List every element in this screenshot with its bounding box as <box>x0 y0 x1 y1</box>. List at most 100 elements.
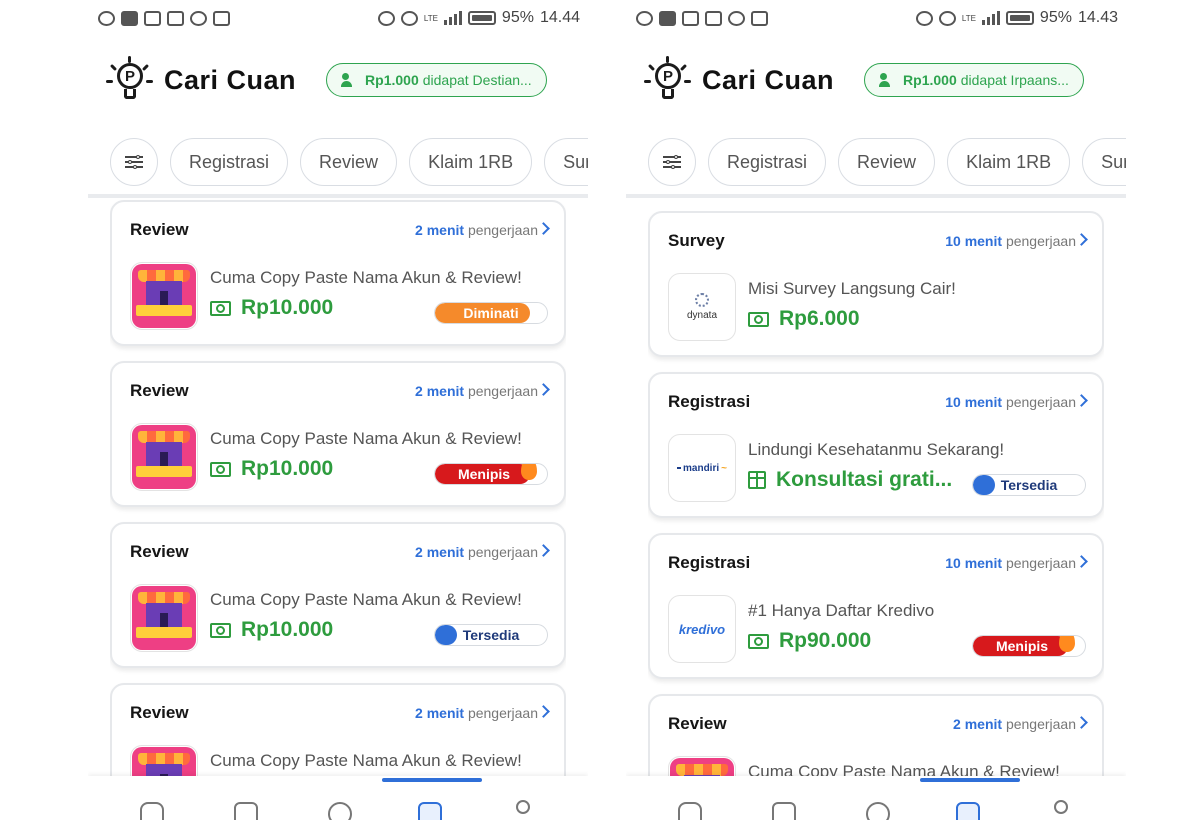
profile-icon[interactable] <box>516 800 530 814</box>
duration-suffix: pengerjaan <box>1005 394 1076 410</box>
task-card[interactable]: Review 2 menit pengerjaan Cuma Copy Paste … <box>648 694 1104 778</box>
money-icon <box>748 633 769 649</box>
mail-icon <box>144 10 161 26</box>
filter-chip-survey[interactable]: Survey <box>544 138 588 186</box>
money-icon <box>748 311 769 327</box>
chevron-right-icon[interactable] <box>537 383 550 396</box>
badge-label: Diminati <box>463 305 519 321</box>
filter-chip-review[interactable]: Review <box>300 138 398 186</box>
chevron-right-icon[interactable] <box>1075 716 1088 729</box>
task-category: Review <box>130 703 189 722</box>
lightbulb-logo-icon: P <box>644 56 691 104</box>
chat-icon[interactable] <box>866 802 890 820</box>
clock: 14.44 <box>539 9 580 26</box>
image-icon <box>167 10 184 26</box>
task-reward: Rp10.000 <box>210 457 444 481</box>
duration-minutes: 2 menit <box>415 383 465 399</box>
chevron-right-icon[interactable] <box>537 705 550 718</box>
task-category: Review <box>130 381 189 400</box>
filter-chip-registrasi[interactable]: Registrasi <box>170 138 289 186</box>
profile-icon[interactable] <box>1054 800 1068 814</box>
alarm-icon <box>938 10 956 26</box>
duration-minutes: 10 menit <box>945 555 1003 571</box>
bottom-navigation <box>626 776 1126 820</box>
task-category: Review <box>130 220 189 239</box>
mandiri-wordmark: mandiri <box>683 462 720 474</box>
filter-bar: RegistrasiReviewKlaim 1RBSurvey <box>648 138 1126 186</box>
filter-chip-review[interactable]: Review <box>838 138 936 186</box>
filter-chip-klaim-1rb[interactable]: Klaim 1RB <box>409 138 533 186</box>
availability-badge-tersedia: Tersedia <box>972 474 1086 496</box>
app-header: P Cari Cuan Rp1.000 didapat Irpaans... <box>644 52 1108 108</box>
task-thumbnail: mandiri ~ <box>668 434 736 502</box>
tasks-icon[interactable] <box>234 802 258 820</box>
tasks-icon[interactable] <box>772 802 796 820</box>
shop-door <box>160 452 168 466</box>
status-bar: LTE 95% 14.44 <box>98 6 580 30</box>
clock: 14.43 <box>1077 9 1118 26</box>
task-card[interactable]: Review 2 menit pengerjaan Cuma Copy Paste … <box>110 361 566 507</box>
badge-label: Tersedia <box>1000 477 1058 493</box>
dynata-wordmark: dynata <box>686 310 718 321</box>
logo-ray <box>109 63 118 72</box>
chat-icon[interactable] <box>328 802 352 820</box>
filter-button[interactable] <box>648 138 696 186</box>
shop-door <box>160 613 168 627</box>
status-right: LTE 95% 14.44 <box>377 9 580 27</box>
hotspot-icon <box>915 10 933 26</box>
task-card[interactable]: Review 2 menit pengerjaan Cuma Copy Paste … <box>110 522 566 668</box>
filter-chip-klaim-1rb[interactable]: Klaim 1RB <box>947 138 1071 186</box>
shop-app-icon <box>132 586 196 650</box>
chevron-right-icon[interactable] <box>1075 233 1088 246</box>
phone-screen-left: LTE 95% 14.44 P Cari Cuan Rp1.000 didapat Dest… <box>88 0 588 820</box>
chevron-right-icon[interactable] <box>1075 555 1088 568</box>
duration-suffix: pengerjaan <box>467 222 538 238</box>
shop-app-icon <box>670 758 734 778</box>
cuan-icon[interactable] <box>418 802 442 820</box>
badge-label: Menipis <box>457 466 511 482</box>
task-card[interactable]: Registrasi 10 menit pengerjaan mandiri ~ Lin… <box>648 372 1104 518</box>
availability-badge-menipis: Menipis <box>972 635 1086 657</box>
chevron-right-icon[interactable] <box>1075 394 1088 407</box>
chevron-right-icon[interactable] <box>537 544 550 557</box>
filter-button[interactable] <box>110 138 158 186</box>
duration-minutes: 2 menit <box>415 544 465 560</box>
task-reward: Rp10.000 <box>210 618 444 642</box>
task-thumbnail <box>130 584 198 652</box>
task-reward: Rp90.000 <box>748 629 982 653</box>
duration-minutes: 2 menit <box>415 222 465 238</box>
reward-value: Konsultasi grati... <box>776 468 953 491</box>
task-thumbnail: dynata <box>668 273 736 341</box>
task-category: Registrasi <box>668 392 751 411</box>
task-card[interactable]: Survey 10 menit pengerjaan dynata Misi Surv… <box>648 211 1104 357</box>
chevron-right-icon[interactable] <box>537 222 550 235</box>
task-title: Cuma Copy Paste Nama Akun & Review! <box>210 268 522 287</box>
recent-earning-pill[interactable]: Rp1.000 didapat Irpaans... <box>864 63 1084 97</box>
hotspot-icon <box>377 10 395 26</box>
earning-text: didapat Irpaans... <box>960 72 1069 88</box>
filter-chip-registrasi[interactable]: Registrasi <box>708 138 827 186</box>
task-duration: 10 menit pengerjaan <box>945 233 1076 249</box>
reward-value: Rp6.000 <box>779 307 860 330</box>
badge-label: Menipis <box>995 638 1049 654</box>
duration-suffix: pengerjaan <box>467 383 538 399</box>
active-tab-indicator <box>920 778 1020 782</box>
recent-earning-pill[interactable]: Rp1.000 didapat Destian... <box>326 63 547 97</box>
users-icon <box>341 73 359 87</box>
availability-badge-menipis: Menipis <box>434 463 548 485</box>
record-icon <box>728 10 745 26</box>
task-card[interactable]: Registrasi 10 menit pengerjaan kredivo #1 H… <box>648 533 1104 679</box>
task-duration: 10 menit pengerjaan <box>945 394 1076 410</box>
home-icon[interactable] <box>678 802 702 820</box>
task-title: Cuma Copy Paste Nama Akun & Review! <box>210 429 522 448</box>
gift-icon <box>748 471 766 489</box>
reward-value: Rp10.000 <box>241 457 334 480</box>
task-card[interactable]: Review 2 menit pengerjaan Cuma Copy Paste … <box>110 683 566 778</box>
home-icon[interactable] <box>140 802 164 820</box>
battery-icon <box>467 11 496 25</box>
cuan-icon[interactable] <box>956 802 980 820</box>
task-card[interactable]: Review 2 menit pengerjaan Cuma Copy Paste … <box>110 200 566 346</box>
filter-chip-survey[interactable]: Survey <box>1082 138 1126 186</box>
task-duration: 2 menit pengerjaan <box>415 222 538 238</box>
task-duration: 2 menit pengerjaan <box>415 544 538 560</box>
